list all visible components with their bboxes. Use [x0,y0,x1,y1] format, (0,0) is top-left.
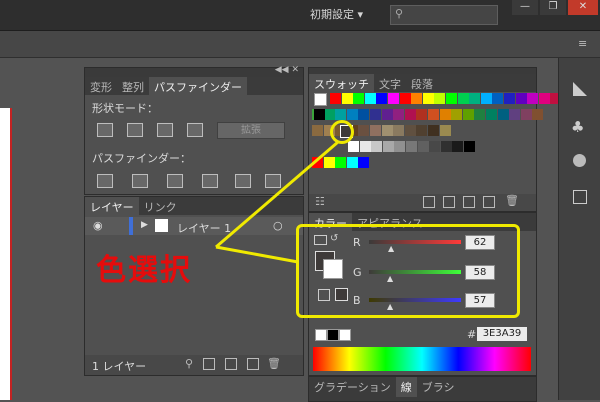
callout-line-to-swatch [215,140,339,249]
callout-line-to-color [215,245,299,264]
callout-lines [215,140,339,264]
annotation-label: 色選択 [96,253,192,288]
